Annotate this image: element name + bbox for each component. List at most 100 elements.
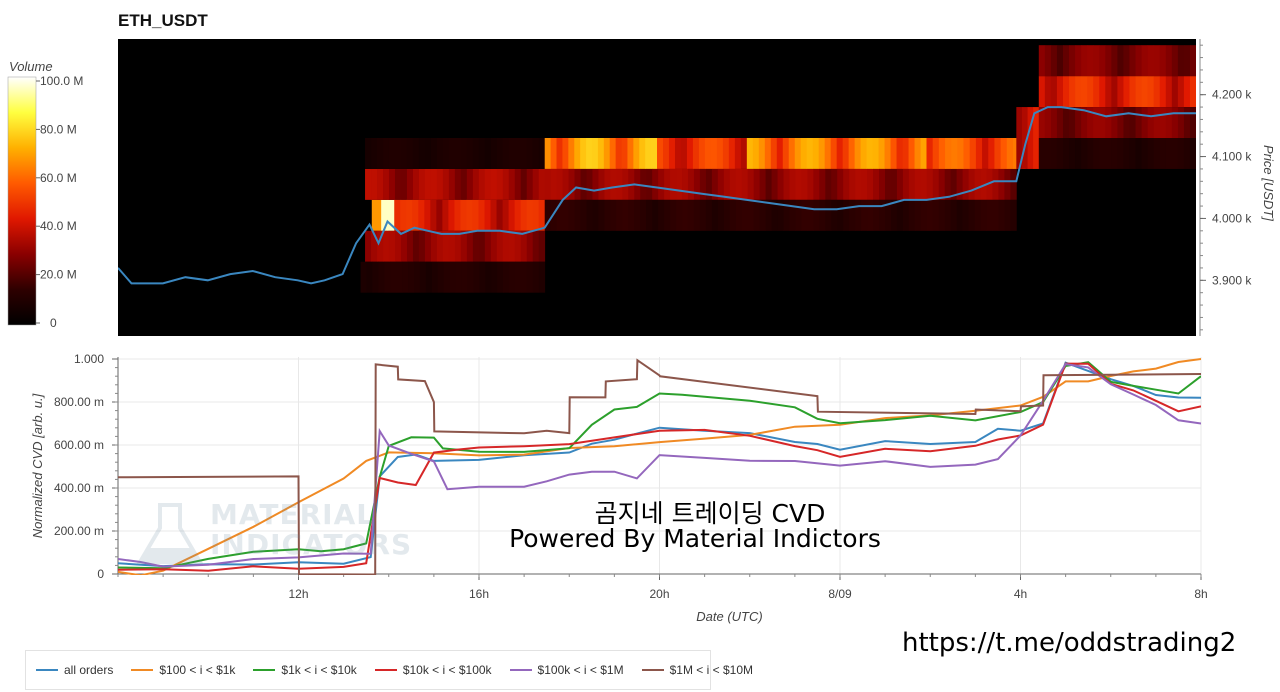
volume-cell xyxy=(490,230,498,262)
volume-cell xyxy=(668,138,676,169)
volume-cell xyxy=(1044,107,1052,138)
volume-cell xyxy=(538,199,546,231)
volume-cell xyxy=(414,261,421,293)
legend-item[interactable]: $100 < i < $1k xyxy=(131,663,235,677)
volume-cell xyxy=(1087,138,1094,169)
volume-cell xyxy=(1183,107,1191,138)
volume-cell xyxy=(1171,76,1179,108)
volume-cell xyxy=(431,261,439,293)
volume-cell xyxy=(1099,138,1106,169)
legend-item[interactable]: $1M < i < $10M xyxy=(641,663,753,677)
volume-cell xyxy=(676,168,683,200)
volume-cell xyxy=(1069,138,1076,169)
volume-cell xyxy=(758,138,766,169)
volume-cell xyxy=(843,168,850,200)
price-tick-label: 4.100 k xyxy=(1212,150,1252,164)
legend-item[interactable]: $100k < i < $1M xyxy=(509,663,624,677)
volume-cell xyxy=(544,138,552,169)
volume-cell xyxy=(969,138,977,169)
volume-cell xyxy=(837,168,844,200)
volume-cell xyxy=(980,199,987,231)
volume-cell xyxy=(400,168,408,200)
telegram-link[interactable]: https://t.me/oddstrading2 xyxy=(902,628,1236,658)
volume-cell xyxy=(1062,138,1070,169)
volume-cell xyxy=(538,138,546,169)
volume-cell xyxy=(944,199,952,231)
legend-item[interactable]: all orders xyxy=(36,663,113,677)
volume-cell xyxy=(974,199,981,231)
volume-cell xyxy=(776,138,784,169)
volume-cell xyxy=(1117,107,1124,138)
volume-cell xyxy=(890,138,897,169)
volume-cell xyxy=(1004,168,1011,200)
colorbar-tick-label: 60.0 M xyxy=(40,171,77,185)
volume-cell xyxy=(1117,138,1124,169)
volume-cell xyxy=(484,199,491,231)
volume-cell xyxy=(377,168,384,200)
cvd-y-tick-label: 200.00 m xyxy=(54,524,104,538)
volume-cell xyxy=(914,168,922,200)
volume-cell xyxy=(711,199,719,231)
volume-cell xyxy=(1177,76,1185,108)
legend-label: $100k < i < $1M xyxy=(537,663,624,677)
volume-cell xyxy=(1044,76,1052,108)
volume-cell xyxy=(788,138,796,169)
volume-cell xyxy=(526,230,534,262)
volume-cell xyxy=(842,138,850,169)
colorbar-tick-label: 20.0 M xyxy=(40,268,77,282)
volume-cell xyxy=(580,138,587,169)
volume-cell xyxy=(830,138,838,169)
volume-cell xyxy=(729,199,737,231)
cvd-x-tick-label: 8h xyxy=(1194,587,1207,601)
volume-cell xyxy=(825,168,832,200)
volume-cell xyxy=(1159,107,1167,138)
volume-cell xyxy=(1081,138,1088,169)
volume-cell xyxy=(998,168,1005,200)
volume-cell xyxy=(807,199,814,231)
volume-cell xyxy=(962,168,969,200)
volume-cell xyxy=(963,138,971,169)
colorbar-title: Volume xyxy=(9,59,53,74)
volume-cell xyxy=(664,199,671,231)
volume-cell xyxy=(1171,138,1179,169)
volume-cell xyxy=(1183,138,1191,169)
volume-cell xyxy=(603,138,611,169)
volume-cell xyxy=(496,199,503,231)
volume-cell xyxy=(460,138,468,169)
volume-cell xyxy=(394,199,401,231)
volume-cell xyxy=(729,168,737,200)
volume-cell xyxy=(520,168,528,200)
volume-cell xyxy=(514,138,522,169)
volume-cell xyxy=(1153,107,1161,138)
volume-cell xyxy=(945,138,952,169)
legend-swatch xyxy=(131,669,154,671)
volume-cell xyxy=(902,168,910,200)
volume-cell xyxy=(532,230,540,262)
volume-cell xyxy=(562,199,569,231)
volume-cell xyxy=(604,168,611,200)
legend-item[interactable]: $1k < i < $10k xyxy=(253,663,357,677)
volume-cell xyxy=(580,168,587,200)
volume-cell xyxy=(1099,107,1106,138)
volume-cell xyxy=(568,199,575,231)
volume-cell xyxy=(825,199,832,231)
volume-cell xyxy=(526,261,534,293)
volume-cell xyxy=(1111,138,1118,169)
volume-cell xyxy=(657,138,664,169)
volume-cell xyxy=(1177,45,1185,77)
heatmap-panel: 3.900 k 4.000 k 4.100 k 4.200 k Price [USDT] xyxy=(118,39,1276,336)
volume-cell xyxy=(1044,45,1052,77)
volume-cell xyxy=(621,138,628,169)
volume-cell xyxy=(538,168,546,200)
legend-item[interactable]: $10k < i < $100k xyxy=(374,663,492,677)
volume-cell xyxy=(645,138,652,169)
volume-cell xyxy=(783,168,790,200)
legend: all orders $100 < i < $1k $1k < i < $10k $1… xyxy=(25,650,753,690)
volume-cell xyxy=(1141,138,1149,169)
volume-cell xyxy=(994,138,1002,169)
colorbar-tick-label: 40.0 M xyxy=(40,219,77,233)
volume-cell xyxy=(908,138,915,169)
volume-cell xyxy=(418,138,426,169)
volume-cell xyxy=(390,261,397,293)
volume-cell xyxy=(914,199,922,231)
